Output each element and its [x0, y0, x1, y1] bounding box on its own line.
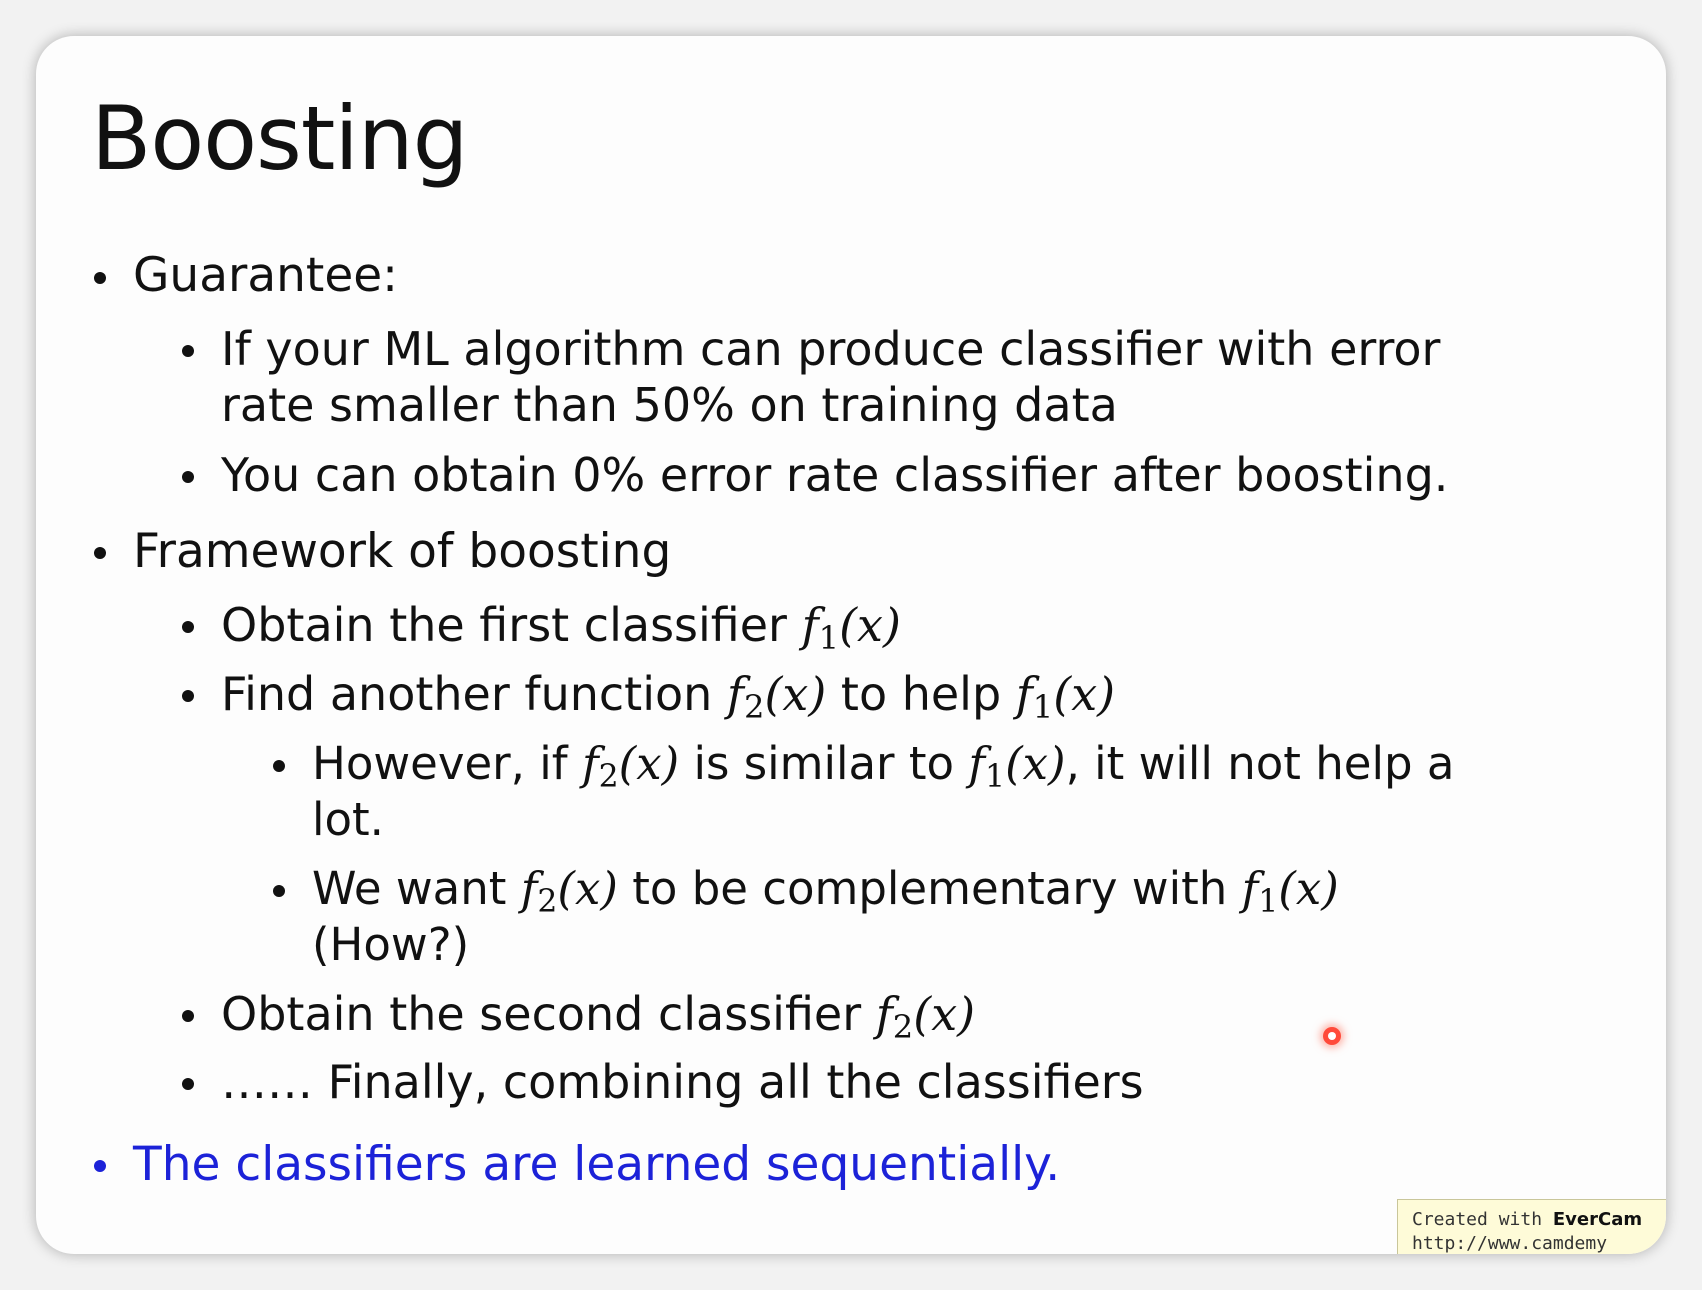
framework-note-1-text-a: However, if [312, 737, 582, 790]
bullet-dot [182, 345, 194, 357]
math-f2x: f2(x) [520, 862, 618, 920]
bullet-dot [182, 690, 194, 702]
framework-step-2-text-b: to help [826, 667, 1016, 721]
framework-step-2: Find another function f2(x) to help f1(x… [221, 667, 1116, 727]
guarantee-item-1-line-1: If your ML algorithm can produce classif… [221, 322, 1441, 376]
math-f1x: f1(x) [1241, 862, 1339, 920]
bullet-dot [94, 1160, 106, 1172]
watermark-brand: EverCam [1552, 1209, 1643, 1230]
bullet-conclusion: The classifiers are learned sequentially… [133, 1137, 1061, 1192]
watermark-created-prefix: Created with [1412, 1209, 1553, 1230]
laser-pointer-icon [1323, 1027, 1341, 1045]
framework-note-2-text-b: to be complementary with [617, 862, 1242, 915]
framework-step-1: Obtain the first classifier f1(x) [221, 598, 901, 658]
bullet-dot [94, 272, 106, 284]
framework-step-3: Obtain the second classifier f2(x) [221, 987, 976, 1047]
math-f1x: f1(x) [968, 737, 1066, 795]
math-f2x: f2(x) [726, 667, 827, 727]
math-f1x: f1(x) [801, 598, 901, 658]
bullet-dot [182, 1010, 194, 1022]
bullet-dot [182, 621, 194, 633]
framework-note-1-line-2: lot. [312, 793, 384, 846]
math-f2x: f2(x) [581, 737, 680, 795]
watermark-url: http://www.camdemy [1412, 1233, 1608, 1254]
slide-title: Boosting [91, 87, 468, 190]
evercam-watermark: Created with EverCam http://www.camdemy [1397, 1199, 1666, 1254]
bullet-dot [94, 547, 106, 559]
framework-note-2: We want f2(x) to be complementary with f… [312, 862, 1339, 920]
framework-note-2-line-2: (How?) [312, 918, 470, 971]
framework-note-2-text-a: We want [312, 862, 521, 915]
framework-note-1-text-c: , it will not help a [1065, 737, 1455, 790]
framework-step-1-text: Obtain the first classifier [221, 598, 802, 652]
bullet-guarantee: Guarantee: [133, 248, 399, 303]
bullet-dot [273, 760, 285, 772]
math-f1x: f1(x) [1015, 667, 1116, 727]
bullet-dot [182, 471, 194, 483]
slide: Boosting Guarantee: If your ML algorithm… [36, 36, 1666, 1254]
framework-note-1: However, if f2(x) is similar to f1(x), i… [312, 737, 1455, 795]
math-f2x: f2(x) [875, 987, 976, 1047]
guarantee-item-1-line-2: rate smaller than 50% on training data [221, 378, 1118, 432]
guarantee-item-2: You can obtain 0% error rate classifier … [221, 448, 1449, 502]
framework-note-1-text-b: is similar to [679, 737, 969, 790]
bullet-framework: Framework of boosting [133, 524, 672, 579]
framework-step-2-text-a: Find another function [221, 667, 727, 721]
bullet-dot [182, 1078, 194, 1090]
framework-step-4: …… Finally, combining all the classifier… [221, 1055, 1144, 1109]
framework-step-3-text: Obtain the second classifier [221, 987, 876, 1041]
bullet-dot [273, 885, 285, 897]
